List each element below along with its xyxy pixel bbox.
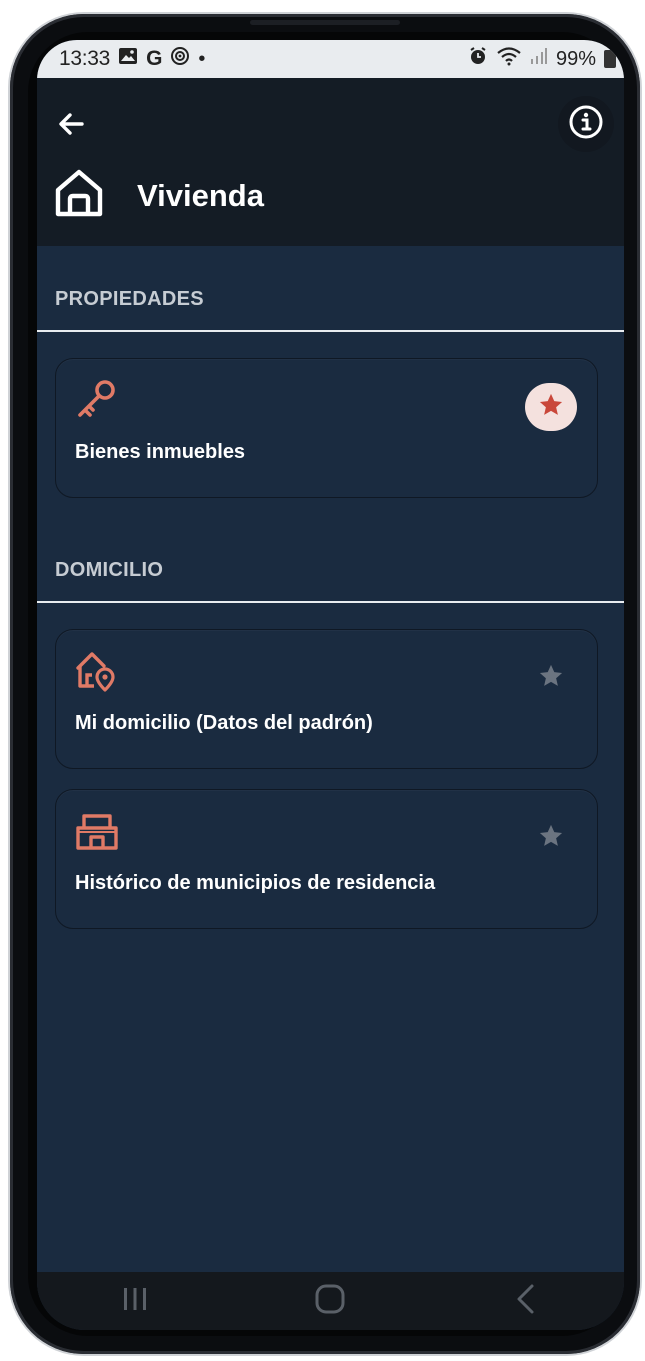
- info-button[interactable]: [558, 96, 614, 152]
- sync-notification-icon: [170, 46, 190, 72]
- alarm-icon: [468, 46, 488, 72]
- home-nav-button[interactable]: [300, 1281, 360, 1321]
- favorite-button[interactable]: [525, 383, 577, 431]
- building-icon: [74, 808, 120, 854]
- section-divider: [37, 330, 624, 332]
- home-nav-icon: [314, 1283, 346, 1320]
- house-icon: [53, 168, 105, 223]
- back-nav-icon: [512, 1283, 540, 1320]
- title-row: Vivienda: [53, 168, 264, 223]
- card-mi-domicilio[interactable]: Mi domicilio (Datos del padrón): [55, 629, 598, 769]
- info-icon: [568, 104, 604, 145]
- system-nav-bar: [37, 1272, 624, 1330]
- wifi-icon: [496, 46, 522, 72]
- star-filled-icon: [537, 391, 565, 424]
- section-title-domicilio: DOMICILIO: [55, 559, 164, 581]
- recents-button[interactable]: [105, 1281, 165, 1321]
- section-divider: [37, 601, 624, 603]
- star-icon: [537, 822, 565, 855]
- house-location-icon: [74, 648, 120, 694]
- card-label: Bienes inmuebles: [75, 441, 246, 463]
- status-time: 13:33: [59, 47, 111, 70]
- card-historico-municipios[interactable]: Histórico de municipios de residencia: [55, 789, 598, 929]
- signal-icon: [530, 47, 548, 71]
- status-bar: 13:33 G • 99%: [37, 40, 624, 78]
- star-icon: [537, 662, 565, 695]
- battery-percentage: 99%: [555, 47, 596, 70]
- card-bienes-inmuebles[interactable]: Bienes inmuebles: [55, 358, 598, 498]
- content-area: PROPIEDADES Bienes inmuebles DOMICILIO M…: [37, 246, 624, 1272]
- recents-icon: [121, 1285, 149, 1318]
- favorite-button[interactable]: [525, 816, 577, 860]
- google-notification-icon: G: [146, 47, 163, 70]
- card-label: Histórico de municipios de residencia: [75, 872, 436, 894]
- app-header: Vivienda: [37, 78, 624, 246]
- card-label: Mi domicilio (Datos del padrón): [75, 712, 373, 734]
- phone-speaker: [250, 20, 400, 25]
- more-notifications-dot: •: [198, 48, 206, 70]
- back-button[interactable]: [47, 102, 95, 150]
- page-title: Vivienda: [137, 177, 264, 213]
- screen: 13:33 G • 99% Vivienda PROPIEDADES Biene…: [37, 40, 624, 1330]
- image-notification-icon: [118, 47, 138, 71]
- battery-icon: [604, 50, 616, 68]
- back-nav-button[interactable]: [496, 1281, 556, 1321]
- section-title-propiedades: PROPIEDADES: [55, 288, 204, 310]
- favorite-button[interactable]: [525, 656, 577, 700]
- arrow-left-icon: [56, 109, 86, 144]
- key-icon: [74, 377, 120, 423]
